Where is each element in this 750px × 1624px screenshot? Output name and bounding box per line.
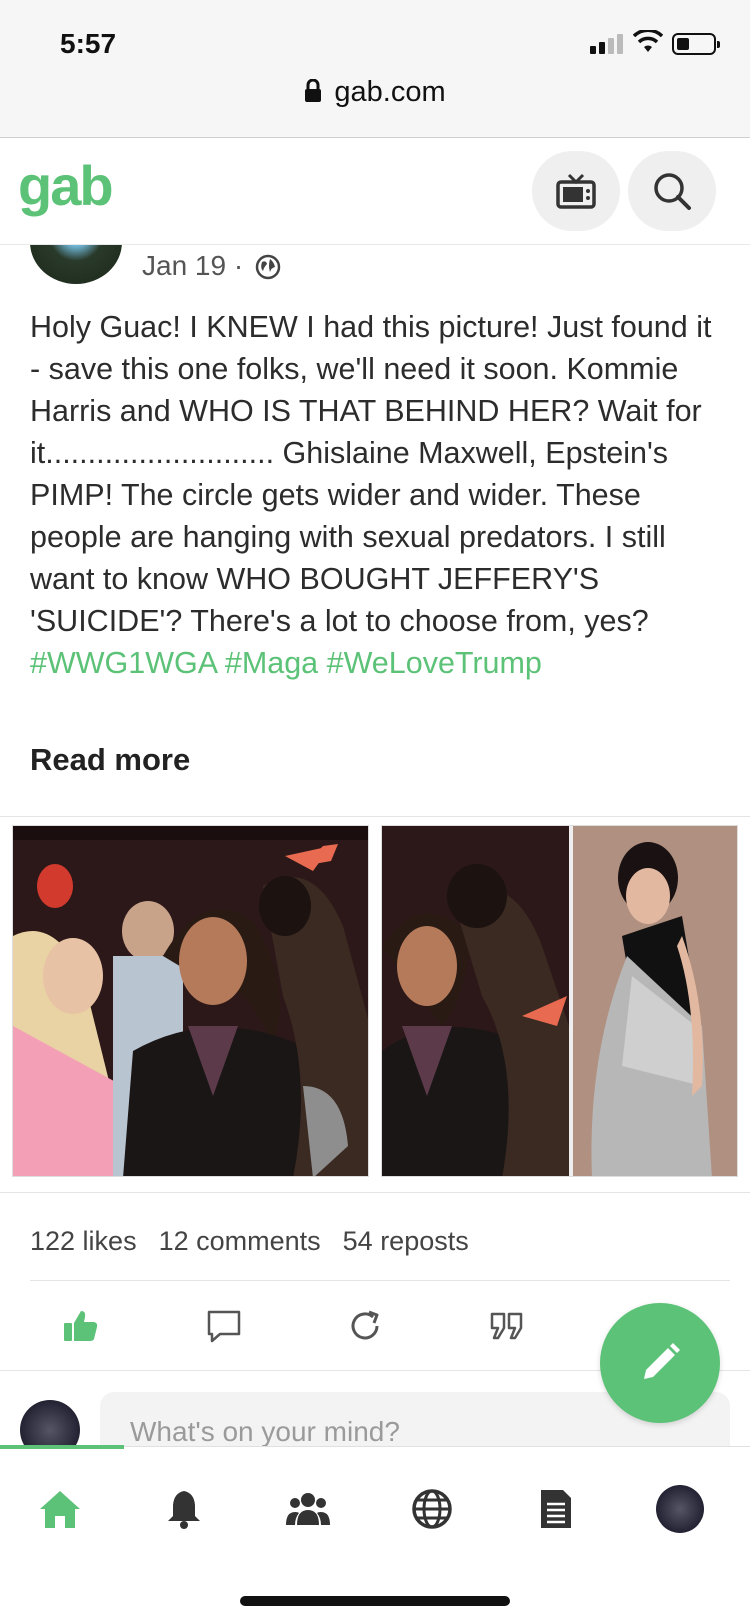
- likes-count[interactable]: 122 likes: [30, 1226, 137, 1257]
- nav-explore[interactable]: [408, 1485, 456, 1533]
- explore-icon: [412, 1489, 452, 1529]
- like-icon[interactable]: [60, 1306, 100, 1346]
- nav-notifications[interactable]: [160, 1485, 208, 1533]
- news-icon: [541, 1490, 571, 1528]
- lock-icon: [305, 79, 322, 102]
- nav-groups[interactable]: [284, 1485, 332, 1533]
- quote-icon[interactable]: [487, 1306, 527, 1346]
- globe-icon: [255, 254, 281, 280]
- tv-icon: [556, 173, 596, 209]
- status-time: 5:57: [60, 28, 117, 59]
- battery-icon: [672, 33, 720, 55]
- browser-top-bar: 5:57 gab.com: [0, 0, 750, 138]
- app-header: gab: [0, 139, 750, 245]
- post-image-1[interactable]: [12, 825, 369, 1177]
- home-indicator: [240, 1596, 510, 1606]
- url-text: gab.com: [334, 76, 446, 108]
- repost-icon[interactable]: [345, 1306, 385, 1346]
- post-image-2[interactable]: [381, 825, 738, 1177]
- post-date-text: Jan 19 ·: [142, 250, 244, 281]
- reposts-count[interactable]: 54 reposts: [343, 1226, 469, 1257]
- comment-icon[interactable]: [204, 1306, 244, 1346]
- read-more-button[interactable]: Read more: [30, 742, 190, 778]
- wifi-icon: [633, 30, 663, 52]
- gab-logo[interactable]: gab: [18, 153, 114, 218]
- bell-icon: [168, 1491, 200, 1529]
- post-date[interactable]: Jan 19 ·: [142, 250, 281, 282]
- tv-button[interactable]: [532, 151, 620, 231]
- bottom-nav: [0, 1445, 750, 1624]
- divider: [0, 1192, 750, 1193]
- compose-button[interactable]: [600, 1303, 720, 1423]
- nav-home[interactable]: [36, 1485, 84, 1533]
- divider: [0, 816, 750, 817]
- search-icon: [654, 173, 691, 210]
- pencil-icon: [644, 1343, 680, 1379]
- post-text: Holy Guac! I KNEW I had this picture! Ju…: [30, 310, 712, 638]
- post-body: Holy Guac! I KNEW I had this picture! Ju…: [30, 306, 720, 734]
- home-icon: [40, 1491, 80, 1528]
- groups-icon: [286, 1493, 330, 1525]
- nav-news[interactable]: [532, 1485, 580, 1533]
- comments-count[interactable]: 12 comments: [159, 1226, 321, 1257]
- post-hashtags[interactable]: #WWG1WGA #Maga #WeLoveTrump: [30, 646, 542, 680]
- nav-profile-avatar[interactable]: [656, 1485, 704, 1533]
- post-stats: 122 likes 12 comments 54 reposts: [30, 1226, 469, 1257]
- loading-bar: [0, 1445, 124, 1449]
- url-bar[interactable]: gab.com: [0, 76, 750, 109]
- signal-icon: [590, 34, 623, 54]
- search-button[interactable]: [628, 151, 716, 231]
